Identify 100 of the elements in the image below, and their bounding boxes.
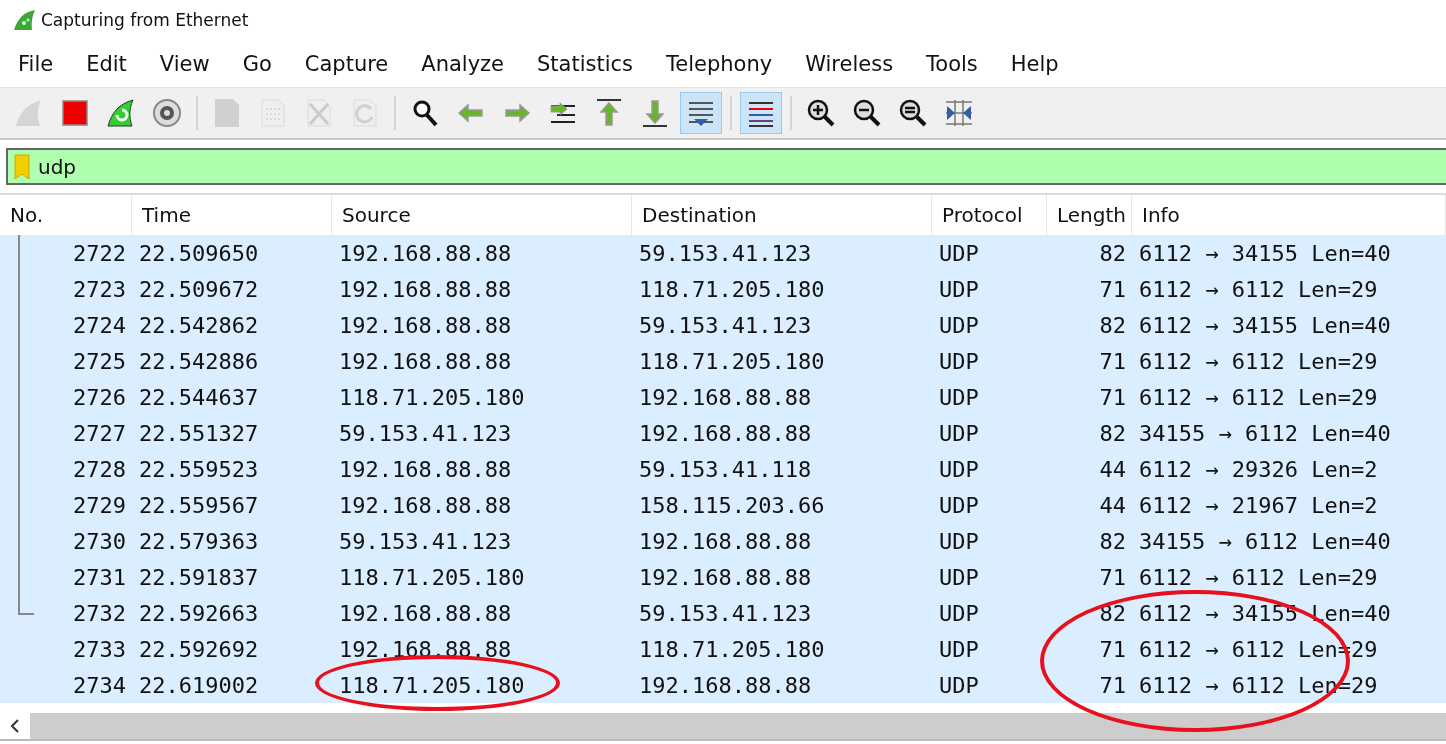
table-cell: 82 (1099, 240, 1126, 266)
table-cell: 59.153.41.123 (339, 420, 512, 446)
table-cell: 44 (1099, 492, 1126, 518)
table-cell: UDP (939, 528, 979, 554)
table-cell: 22.542862 (139, 312, 259, 338)
table-cell: 71 (1099, 672, 1126, 698)
table-cell: 6112 → 6112 Len=29 (1139, 564, 1378, 590)
menu-item[interactable]: Go (234, 51, 280, 76)
table-cell: UDP (939, 492, 979, 518)
table-cell: 22.551327 (139, 420, 259, 446)
table-cell: UDP (939, 348, 979, 374)
menu-item[interactable]: Edit (78, 51, 135, 76)
table-cell: 71 (1099, 564, 1126, 590)
menu-item[interactable]: Statistics (529, 51, 642, 76)
table-cell: 2730 (73, 528, 126, 554)
table-cell: 192.168.88.88 (639, 420, 812, 446)
table-cell: 22.619002 (139, 672, 259, 698)
table-cell: 2729 (73, 492, 126, 518)
table-cell: 6112 → 21967 Len=2 (1139, 492, 1378, 518)
table-cell: 118.71.205.180 (339, 564, 525, 590)
table-cell: 192.168.88.88 (339, 636, 512, 662)
table-cell: 192.168.88.88 (339, 456, 512, 482)
menu-item[interactable]: Tools (918, 51, 986, 76)
menu-item[interactable]: Capture (296, 51, 397, 76)
table-cell: 118.71.205.180 (339, 672, 525, 698)
table-cell: UDP (939, 312, 979, 338)
table-cell: 6112 → 34155 Len=40 (1139, 240, 1391, 266)
table-cell: 192.168.88.88 (339, 492, 512, 518)
table-cell: 59.153.41.123 (339, 528, 512, 554)
table-cell: 6112 → 6112 Len=29 (1139, 276, 1378, 302)
table-cell: 22.592663 (139, 600, 259, 626)
table-cell: 82 (1099, 312, 1126, 338)
stop-icon (59, 97, 91, 129)
table-cell: 71 (1099, 276, 1126, 302)
table-cell: 22.509672 (139, 276, 259, 302)
table-cell: 118.71.205.180 (639, 636, 825, 662)
table-cell: 82 (1099, 420, 1126, 446)
toolbar-button[interactable] (740, 92, 782, 134)
table-cell: UDP (939, 600, 979, 626)
table-cell: UDP (939, 564, 979, 590)
table-cell: 71 (1099, 636, 1126, 662)
table-cell: 59.153.41.123 (639, 312, 812, 338)
table-cell: 2726 (73, 384, 126, 410)
table-cell: 118.71.205.180 (639, 276, 825, 302)
table-cell: 192.168.88.88 (639, 384, 812, 410)
horizontal-scrollbar[interactable] (0, 713, 1446, 741)
table-cell: 192.168.88.88 (639, 528, 812, 554)
zoom-in-icon (805, 97, 837, 129)
zoom-reset-icon (897, 97, 929, 129)
table-cell: 192.168.88.88 (339, 312, 512, 338)
table-cell: 2722 (73, 240, 126, 266)
table-cell: 6112 → 29326 Len=2 (1139, 456, 1378, 482)
table-cell: 6112 → 34155 Len=40 (1139, 312, 1391, 338)
table-cell: UDP (939, 276, 979, 302)
display-filter-field[interactable]: udp (6, 148, 1446, 185)
menu-item[interactable]: File (10, 51, 62, 76)
table-cell: 192.168.88.88 (339, 240, 512, 266)
table-cell: 192.168.88.88 (339, 276, 512, 302)
table-cell: 118.71.205.180 (639, 348, 825, 374)
zoom-out-icon (851, 97, 883, 129)
window-title: Capturing from Ethernet (41, 10, 249, 30)
table-cell: 192.168.88.88 (639, 672, 812, 698)
table-cell: UDP (939, 456, 979, 482)
table-cell: 71 (1099, 384, 1126, 410)
column-resize-icon (943, 97, 975, 129)
gear-icon (151, 97, 183, 129)
bookmark-icon (14, 153, 30, 180)
table-cell: 2724 (73, 312, 126, 338)
table-cell: UDP (939, 672, 979, 698)
menu-item[interactable]: Wireless (797, 51, 902, 76)
menu-item[interactable]: Telephony (658, 51, 781, 76)
menu-item[interactable]: Analyze (413, 51, 513, 76)
table-cell: 59.153.41.123 (639, 240, 812, 266)
table-cell: 6112 → 34155 Len=40 (1139, 600, 1391, 626)
table-cell: 22.542886 (139, 348, 259, 374)
table-cell: 192.168.88.88 (339, 348, 512, 374)
menu-item[interactable]: Help (1002, 51, 1067, 76)
table-cell: 2723 (73, 276, 126, 302)
table-cell: 2731 (73, 564, 126, 590)
table-cell: 192.168.88.88 (639, 564, 812, 590)
table-cell: 59.153.41.118 (639, 456, 812, 482)
table-cell: 22.559567 (139, 492, 259, 518)
table-cell: 158.115.203.66 (639, 492, 825, 518)
table-cell: 2727 (73, 420, 126, 446)
table-cell: UDP (939, 636, 979, 662)
table-cell: 22.559523 (139, 456, 259, 482)
shark-fin-refresh-icon (105, 97, 137, 129)
menu-item[interactable]: View (151, 51, 218, 76)
table-cell: UDP (939, 420, 979, 446)
table-cell: 2728 (73, 456, 126, 482)
table-cell: UDP (939, 384, 979, 410)
table-cell: 34155 → 6112 Len=40 (1139, 528, 1391, 554)
table-cell: 34155 → 6112 Len=40 (1139, 420, 1391, 446)
table-cell: 6112 → 6112 Len=29 (1139, 348, 1378, 374)
table-cell: 2734 (73, 672, 126, 698)
table-cell: 82 (1099, 528, 1126, 554)
table-cell: 2732 (73, 600, 126, 626)
shark-fin-logo-icon (12, 8, 36, 32)
table-cell: 71 (1099, 348, 1126, 374)
table-cell: 44 (1099, 456, 1126, 482)
